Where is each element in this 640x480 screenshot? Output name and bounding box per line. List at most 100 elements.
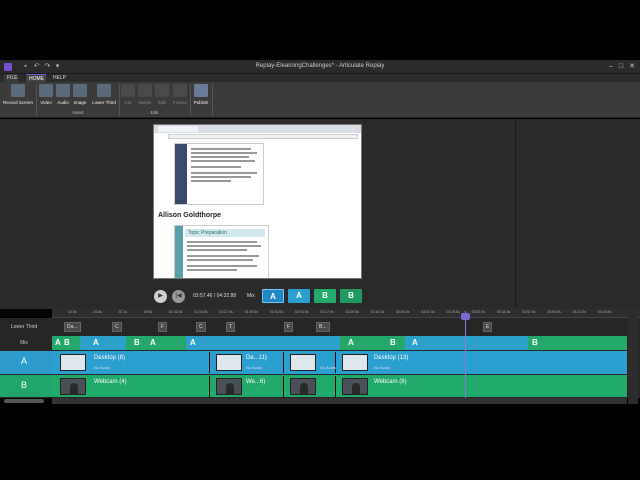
track-a-clip[interactable]: Desktop (8) No Audio: [54, 352, 210, 373]
lower-third-button[interactable]: Lower Third: [90, 84, 118, 110]
track-a-clip[interactable]: De...11) No Audio: [210, 352, 284, 373]
text-line: [187, 245, 261, 247]
ruler-tick-label: 02:54.5s: [395, 310, 410, 314]
publish-button[interactable]: Publish: [192, 84, 210, 110]
minimize-icon[interactable]: –: [606, 62, 616, 71]
divider: [190, 84, 191, 116]
ruler-tick-label: 49.5s: [143, 310, 153, 314]
lower-third-marker[interactable]: E: [483, 322, 493, 332]
track-a-clip[interactable]: Desktop (13) No Audio: [336, 352, 626, 373]
webcam-thumbnail: [342, 378, 368, 395]
webcam-thumbnail: [216, 378, 242, 395]
group-edit-label: Edit: [150, 110, 159, 115]
clip-title: Webcam (4): [94, 379, 127, 385]
ruler-tick-label: 01:39.5s: [244, 310, 259, 314]
track-a-clip[interactable]: No Audio: [284, 352, 336, 373]
clip-title: Desktop (13): [374, 355, 409, 361]
audio-label: Audio: [57, 100, 69, 105]
tab-file[interactable]: FILE: [4, 74, 18, 82]
clip-title: Webcam (8): [374, 379, 407, 385]
mix-label: Mix: [247, 293, 255, 299]
timeline-ruler[interactable]: 12.0s 24.5s 37.1s 49.5s 01:02.0s 01:14.5s 01:2…: [52, 309, 640, 318]
ruler-tick-label: 02:29.5s: [345, 310, 359, 314]
ribbon-tabs: FILE HOME HELP: [0, 74, 640, 82]
ruler-tick-label: 03:19.5s: [446, 310, 460, 314]
audio-icon: [56, 84, 70, 97]
timeline-horizontal-scrollbar[interactable]: [52, 398, 627, 404]
skip-back-button[interactable]: |◀: [172, 290, 185, 303]
freeze-button[interactable]: Freeze: [172, 84, 188, 110]
lane-label-lower-third: Lower Third: [10, 324, 38, 330]
timeline-vertical-scrollbar[interactable]: [628, 309, 638, 404]
record-screen-button[interactable]: Record Screen: [2, 84, 34, 110]
mix-letter: A: [190, 338, 196, 347]
ruler-tick-label: 04:09.5s: [547, 310, 561, 314]
text-line: [191, 176, 251, 178]
image-icon: [73, 84, 87, 97]
ruler-tick-label: 24.5s: [93, 310, 102, 314]
tab-help[interactable]: HELP: [50, 74, 66, 82]
delete-label: Delete: [138, 100, 152, 105]
play-button[interactable]: ▶: [154, 290, 167, 303]
window-title: Replay-ElearningChallenges* - Articulate…: [255, 63, 385, 69]
tab-home[interactable]: HOME: [26, 74, 46, 82]
text-line: [187, 269, 237, 271]
mix-segment-b[interactable]: [528, 336, 627, 350]
video-button[interactable]: Video: [38, 84, 54, 110]
lower-third-marker[interactable]: B...: [316, 322, 330, 332]
webcam-thumbnail: [290, 378, 316, 395]
ruler-tick-label: 04:34.5s: [597, 310, 612, 314]
cut-button[interactable]: Cut: [121, 84, 135, 110]
close-icon[interactable]: ✕: [627, 62, 637, 71]
lower-third-marker[interactable]: F: [158, 322, 168, 332]
video-preview[interactable]: Allison Goldthorpe Topic Preparation: [153, 124, 362, 279]
lower-third-marker[interactable]: C: [196, 322, 206, 332]
clip-thumbnail: [60, 354, 86, 371]
zoom-slider[interactable]: [4, 399, 44, 403]
ruler-tick-label: 01:52.0s: [269, 310, 284, 314]
slide-title: Topic Preparation: [185, 229, 265, 237]
mix-a-button[interactable]: A: [262, 289, 284, 303]
mix-b-full-button[interactable]: B: [314, 289, 336, 303]
lower-third-marker[interactable]: T: [226, 322, 236, 332]
ruler-tick-label: 04:22.0s: [572, 310, 586, 314]
lower-third-marker[interactable]: F: [284, 322, 294, 332]
track-b-clip[interactable]: Webcam (8): [336, 376, 626, 397]
mix-b-button[interactable]: B: [340, 289, 362, 303]
video-label: Video: [40, 100, 52, 105]
text-line: [191, 156, 249, 158]
publish-label: Publish: [193, 100, 209, 105]
browser-tab: [158, 126, 198, 132]
clip-subtitle: No Audio: [246, 365, 263, 370]
browser-address-bar: [168, 134, 358, 139]
track-b-clip[interactable]: [284, 376, 336, 397]
slide-thumbnail: Topic Preparation: [174, 225, 269, 278]
audio-button[interactable]: Audio: [55, 84, 71, 110]
ruler-tick-label: 03:44.5s: [496, 310, 511, 314]
lower-third-marker[interactable]: Da...: [64, 322, 81, 332]
delete-button[interactable]: Delete: [137, 84, 153, 110]
maximize-icon[interactable]: □: [616, 62, 626, 71]
divider: [515, 119, 516, 309]
track-b-clip[interactable]: We...6): [210, 376, 284, 397]
mix-letter: A: [348, 338, 354, 347]
mix-letter: A: [150, 338, 156, 347]
playhead-handle[interactable]: [461, 313, 470, 320]
mix-letter: B: [390, 338, 396, 347]
mix-letter: B: [64, 338, 70, 347]
ruler-tick-label: 02:17.0s: [320, 310, 334, 314]
lane-label-a: A: [20, 356, 27, 366]
text-line: [191, 148, 251, 150]
clip-title: Desktop (8): [94, 355, 126, 361]
split-button[interactable]: Split: [155, 84, 169, 110]
split-icon: [155, 84, 169, 97]
image-button[interactable]: Image: [72, 84, 88, 110]
slide-sidebar: [175, 226, 183, 278]
ribbon: Record Screen Video Audio Image Lower Th…: [0, 82, 640, 118]
mix-letter: B: [134, 338, 140, 347]
cut-icon: [121, 84, 135, 97]
playhead[interactable]: [465, 311, 466, 398]
lower-third-marker[interactable]: C: [112, 322, 122, 332]
track-b-clip[interactable]: Webcam (4): [54, 376, 210, 397]
mix-a-full-button[interactable]: A: [288, 289, 310, 303]
